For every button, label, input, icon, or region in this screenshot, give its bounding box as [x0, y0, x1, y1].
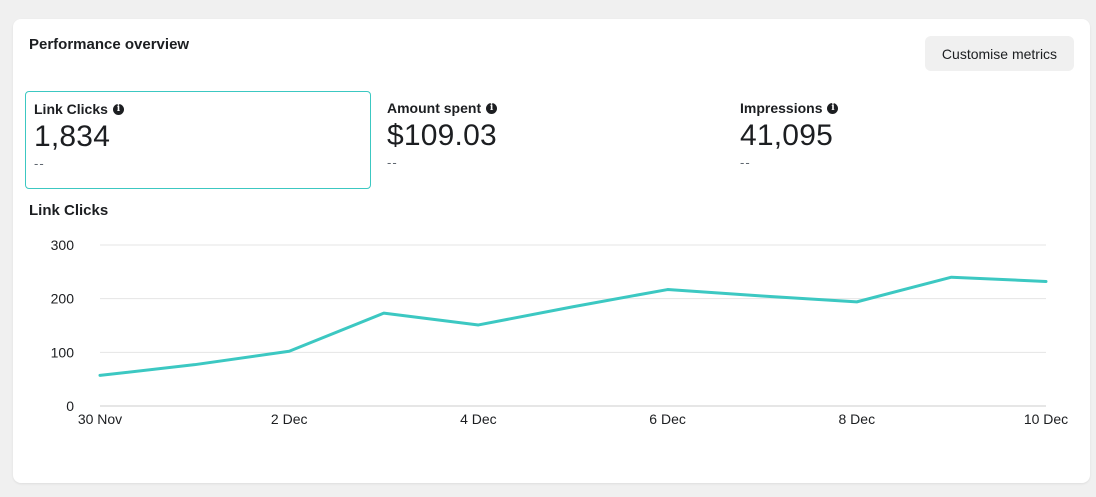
x-tick-label: 8 Dec [839, 411, 876, 427]
y-tick-label: 0 [66, 398, 74, 414]
y-tick-label: 200 [51, 291, 75, 307]
data-point[interactable] [94, 369, 106, 381]
performance-overview-card: Performance overview Customise metrics L… [13, 19, 1090, 483]
y-tick-label: 300 [51, 237, 75, 253]
data-point[interactable] [472, 319, 484, 331]
x-tick-label: 10 Dec [1024, 411, 1068, 427]
x-tick-label: 4 Dec [460, 411, 497, 427]
data-point[interactable] [283, 345, 295, 357]
data-point[interactable] [1040, 275, 1052, 287]
x-tick-label: 6 Dec [649, 411, 686, 427]
data-point[interactable] [851, 296, 863, 308]
y-tick-label: 100 [51, 344, 75, 360]
data-point[interactable] [189, 359, 201, 371]
data-point[interactable] [945, 271, 957, 283]
data-point[interactable] [567, 301, 579, 313]
data-point[interactable] [756, 290, 768, 302]
link-clicks-chart: 0 100 200 300 30 Nov 2 Dec 4 Dec 6 Dec 8 Dec 10 D… [51, 237, 1069, 427]
x-tick-label: 2 Dec [271, 411, 308, 427]
data-point[interactable] [378, 307, 390, 319]
data-point[interactable] [662, 284, 674, 296]
series-line [98, 275, 1048, 377]
x-tick-label: 30 Nov [78, 411, 122, 427]
